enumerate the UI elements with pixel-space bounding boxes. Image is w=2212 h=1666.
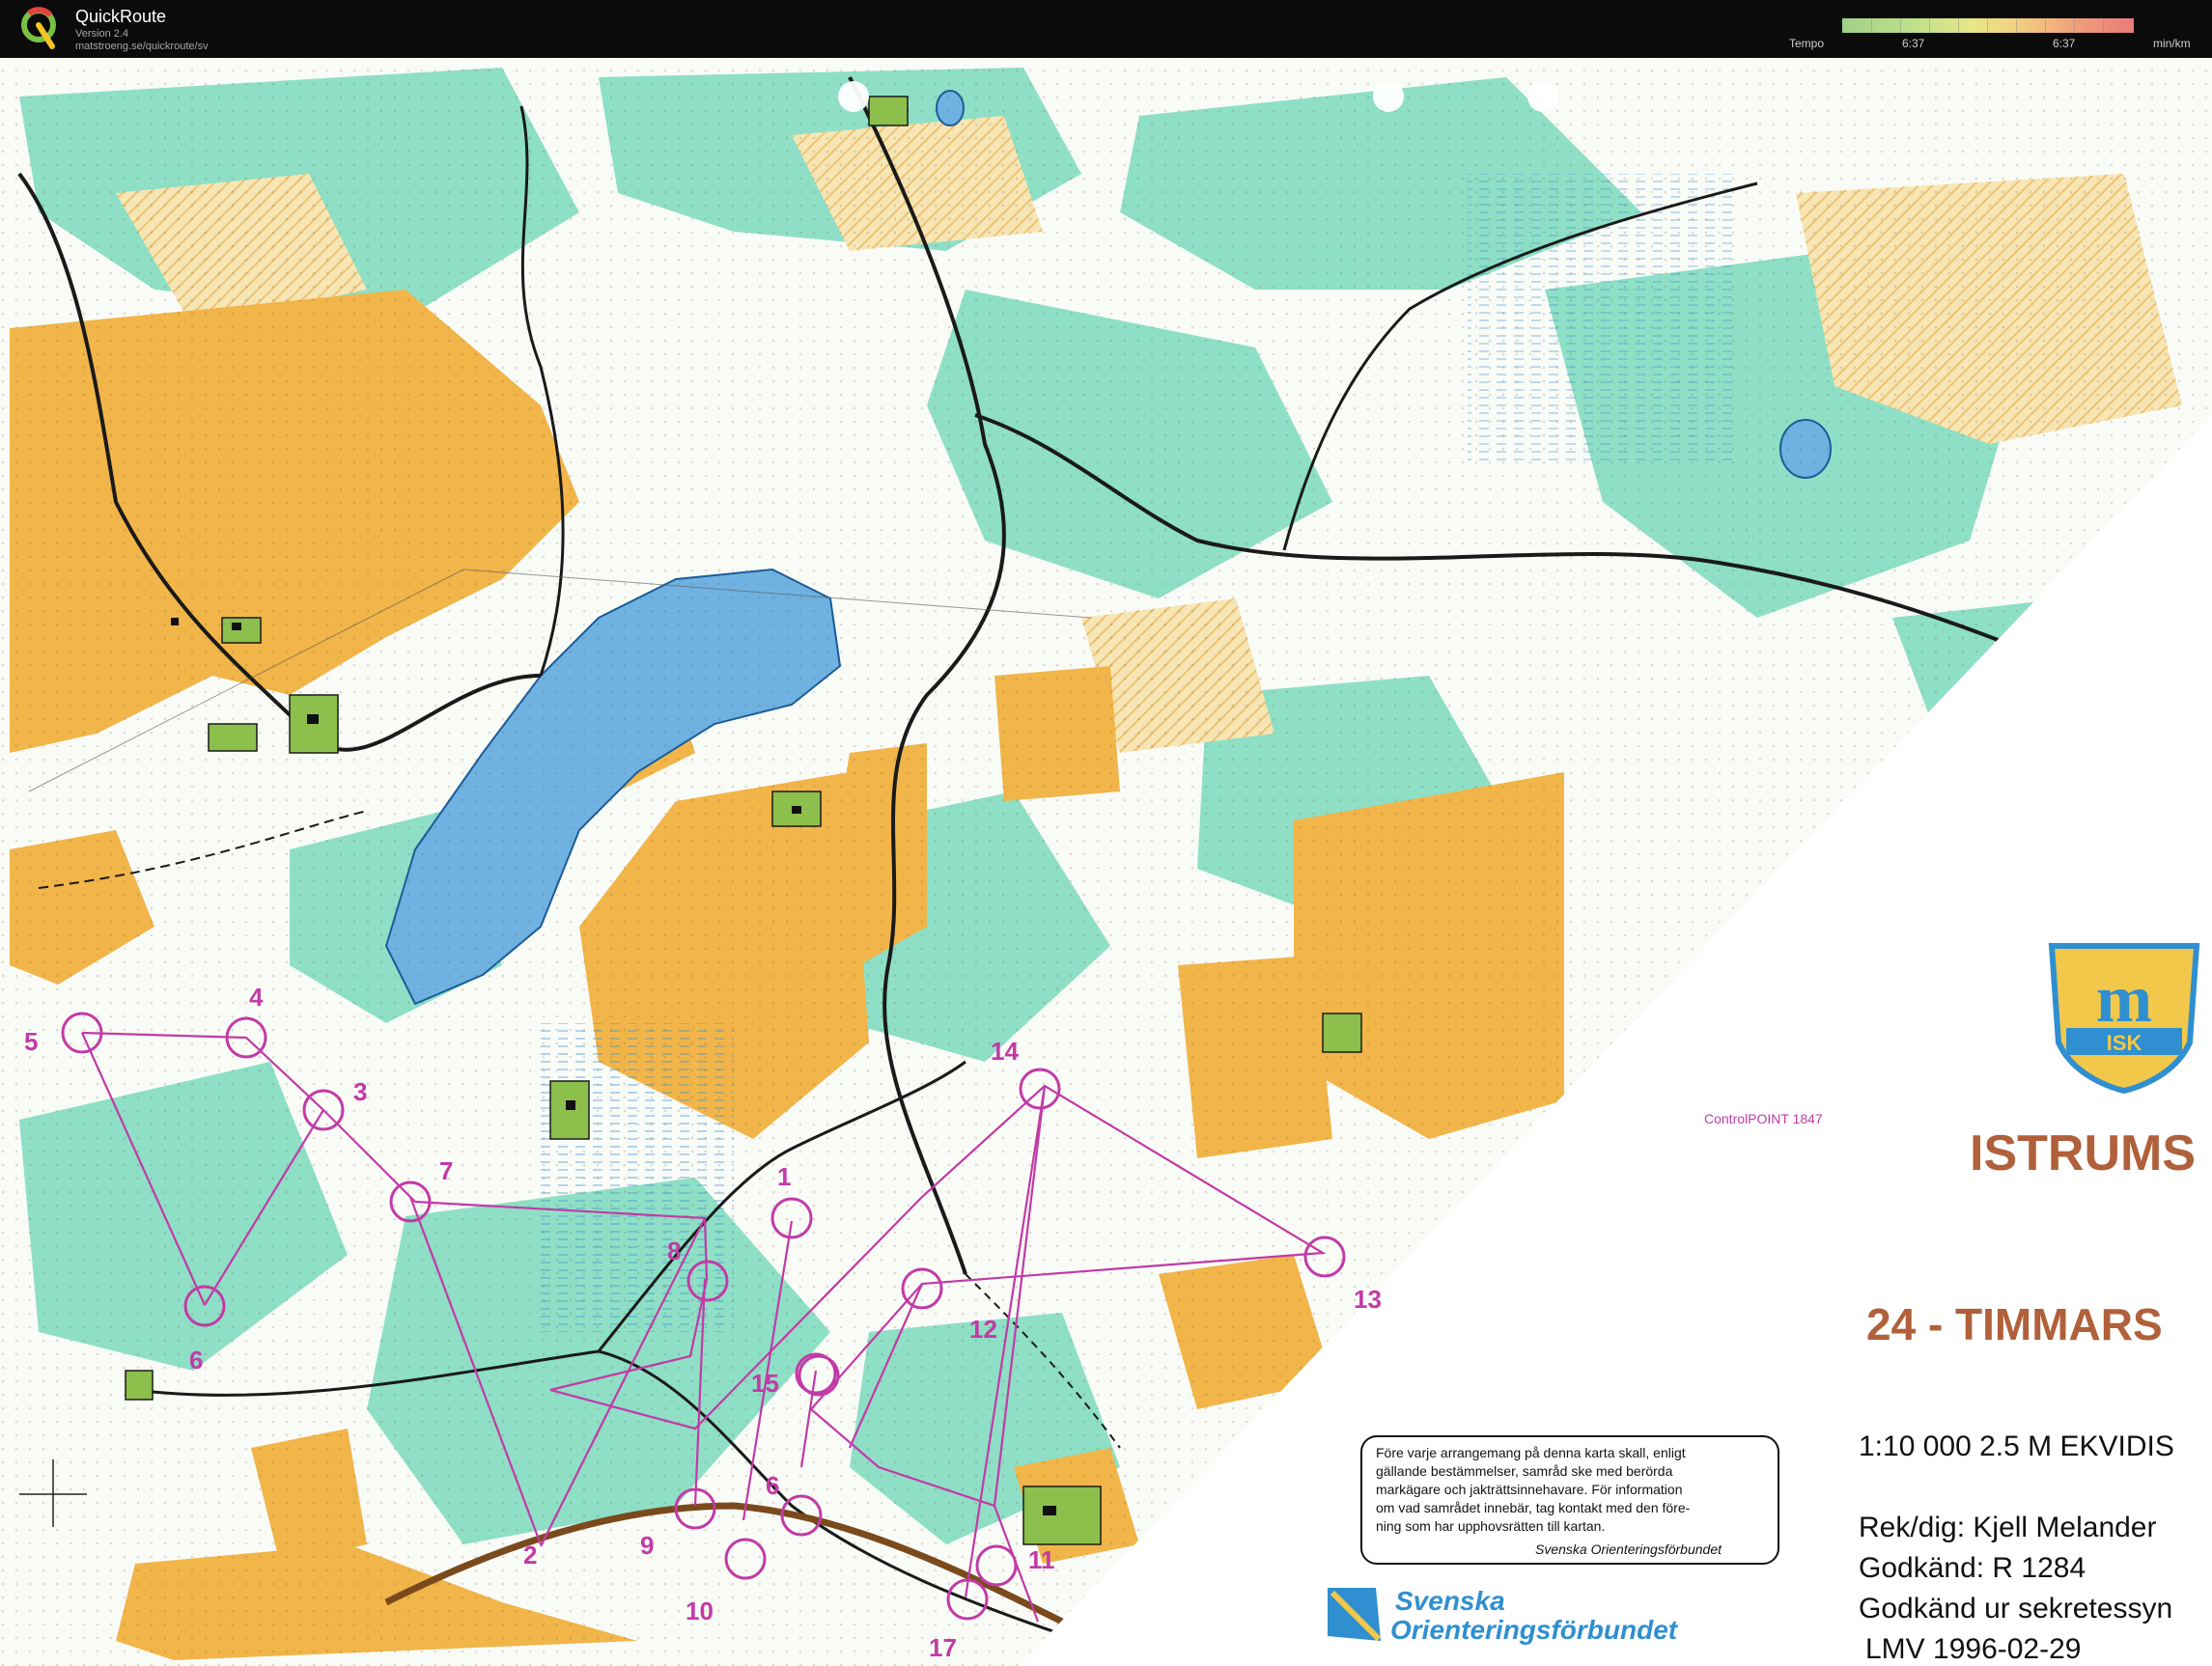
control-number: 10	[686, 1597, 714, 1625]
app-url: matstroeng.se/quickroute/sv	[75, 41, 209, 52]
notice-line: markägare och jakträttsinnehavare. För i…	[1376, 1482, 1682, 1497]
control-number: 12	[969, 1315, 997, 1344]
control-number: 4	[249, 983, 264, 1012]
control-number: 6	[766, 1471, 779, 1500]
control-number: 9	[640, 1531, 654, 1560]
rek-dig: Rek/dig: Kjell Melander	[1859, 1512, 2156, 1543]
app-version: Version 2.4	[75, 28, 129, 40]
controlpoint-label: ControlPOINT 1847	[1704, 1111, 1823, 1126]
control-number: 17	[929, 1633, 957, 1662]
control-number: 7	[439, 1156, 453, 1185]
tempo-color-scale	[1842, 18, 2134, 33]
lmv-date: LMV 1996-02-29	[1865, 1633, 2081, 1665]
godkand: Godkänd: R 1284	[1859, 1552, 2086, 1584]
notice-signature: Svenska Orienteringsförbundet	[1535, 1541, 1722, 1557]
control-number: 8	[667, 1236, 681, 1265]
control-number: 2	[523, 1541, 537, 1569]
tempo-value-right: 6:37	[2053, 37, 2076, 50]
control-number: 15	[751, 1369, 779, 1398]
tempo-unit: min/km	[2153, 37, 2191, 50]
tempo-label: Tempo	[1789, 37, 1825, 50]
control-number: 13	[1354, 1285, 1382, 1314]
control-number: 3	[353, 1077, 367, 1106]
federation-line1: Svenska	[1395, 1586, 1505, 1616]
notice-line: ning som har upphovsrätten till kartan.	[1376, 1518, 1605, 1534]
scale-line: 1:10 000 2.5 M EKVIDIS	[1859, 1430, 2174, 1462]
app-title-bar: QuickRoute Version 2.4 matstroeng.se/qui…	[0, 0, 2212, 58]
control-number: 11	[1028, 1545, 1055, 1574]
federation-line2: Orienteringsförbundet	[1390, 1615, 1679, 1645]
club-name: ISTRUMS	[1970, 1125, 2196, 1181]
permission-notice: Före varje arrangemang på denna karta sk…	[1360, 1435, 1779, 1565]
control-number: 5	[24, 1027, 38, 1056]
notice-line: gällande bestämmelser, samråd ske med be…	[1376, 1463, 1673, 1479]
notice-line: om vad samrådet innebär, tag kontakt med…	[1376, 1500, 1691, 1515]
app-title: QuickRoute	[75, 7, 167, 26]
notice-line: Före varje arrangemang på denna karta sk…	[1376, 1445, 1686, 1460]
godkand-ur: Godkänd ur sekretessyn	[1859, 1593, 2172, 1624]
svg-text:m: m	[2096, 962, 2152, 1037]
tempo-value-left: 6:37	[1902, 37, 1925, 50]
control-number: 14	[991, 1037, 1019, 1066]
control-number: 6	[189, 1346, 203, 1374]
control-number: 1	[777, 1162, 791, 1191]
event-title: 24 - TIMMARS	[1866, 1299, 2163, 1349]
quickroute-logo	[21, 7, 56, 49]
orienteering-map[interactable]: 1 2 3 4 5 6 6 7 8 9 10 11 12 13 14 15 17…	[0, 58, 2212, 1666]
